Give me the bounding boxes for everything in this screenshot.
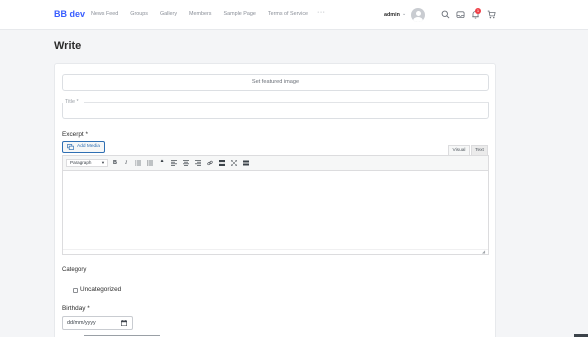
add-media-label: Add Media xyxy=(77,144,100,149)
nav-item-sample-page[interactable]: Sample Page xyxy=(224,11,256,17)
bold-button[interactable]: B xyxy=(111,159,119,167)
inbox-icon[interactable] xyxy=(456,10,465,19)
search-icon[interactable] xyxy=(441,10,450,19)
resize-handle-icon[interactable]: ◢ xyxy=(482,249,487,254)
align-left-button[interactable] xyxy=(170,159,178,167)
nav-item-groups[interactable]: Groups xyxy=(130,11,148,17)
birthday-label: Birthday * xyxy=(62,305,90,312)
editor-toolbar: Paragraph ▼ B I ❝ xyxy=(63,156,488,171)
main-nav: News Feed Groups Gallery Members Sample … xyxy=(91,11,320,17)
divider xyxy=(84,335,160,336)
align-right-icon xyxy=(195,160,201,166)
add-media-button[interactable]: Add Media xyxy=(62,141,105,153)
notification-badge: 1 xyxy=(475,8,481,14)
title-input[interactable] xyxy=(62,103,489,119)
category-uncategorized-checkbox[interactable] xyxy=(73,288,78,293)
nav-item-terms[interactable]: Terms of Service xyxy=(268,11,308,17)
excerpt-label: Excerpt * xyxy=(62,131,88,138)
tab-text[interactable]: Text xyxy=(471,145,488,155)
date-placeholder: dd/mm/yyyy xyxy=(67,320,96,326)
chevron-down-icon: ▼ xyxy=(101,160,105,165)
bullet-list-icon xyxy=(135,160,141,166)
align-center-icon xyxy=(183,160,189,166)
top-bar: BB dev News Feed Groups Gallery Members … xyxy=(0,0,588,30)
page-title: Write xyxy=(54,40,82,52)
tab-visual[interactable]: Visual xyxy=(448,145,470,155)
toolbar-toggle-button[interactable] xyxy=(242,159,250,167)
site-logo[interactable]: BB dev xyxy=(54,9,85,19)
link-icon xyxy=(207,160,213,166)
user-name[interactable]: admin xyxy=(384,12,400,18)
media-icon xyxy=(67,144,74,150)
numbered-list-icon xyxy=(147,160,153,166)
align-center-button[interactable] xyxy=(182,159,190,167)
align-left-icon xyxy=(171,160,177,166)
read-more-button[interactable] xyxy=(218,159,226,167)
nav-item-gallery[interactable]: Gallery xyxy=(160,11,177,17)
chevron-down-icon[interactable]: ⌄ xyxy=(402,11,406,17)
set-featured-image-button[interactable]: Set featured image xyxy=(62,74,489,91)
nav-item-members[interactable]: Members xyxy=(189,11,211,17)
nav-more-button[interactable]: ··· xyxy=(317,9,326,16)
excerpt-editor: Paragraph ▼ B I ❝ ◢ xyxy=(62,155,489,255)
format-select[interactable]: Paragraph ▼ xyxy=(66,159,108,167)
category-uncategorized-label[interactable]: Uncategorized xyxy=(80,286,121,293)
align-right-button[interactable] xyxy=(194,159,202,167)
editor-status-bar: ◢ xyxy=(63,249,488,254)
cart-icon[interactable] xyxy=(487,10,496,19)
numbered-list-button[interactable] xyxy=(146,159,154,167)
category-label: Category xyxy=(62,267,87,273)
toolbar-toggle-icon xyxy=(243,160,249,166)
calendar-icon[interactable] xyxy=(121,320,127,326)
excerpt-textarea[interactable] xyxy=(63,171,488,249)
read-more-icon xyxy=(219,160,225,166)
bullet-list-button[interactable] xyxy=(134,159,142,167)
title-label: Title * xyxy=(64,99,80,105)
fullscreen-button[interactable] xyxy=(230,159,238,167)
avatar[interactable] xyxy=(411,8,425,22)
format-select-value: Paragraph xyxy=(70,160,92,165)
blockquote-button[interactable]: ❝ xyxy=(158,159,166,167)
birthday-date-input[interactable]: dd/mm/yyyy xyxy=(62,316,133,330)
italic-button[interactable]: I xyxy=(122,159,130,167)
fullscreen-icon xyxy=(231,160,237,166)
nav-item-news-feed[interactable]: News Feed xyxy=(91,11,118,17)
insert-link-button[interactable] xyxy=(206,159,214,167)
